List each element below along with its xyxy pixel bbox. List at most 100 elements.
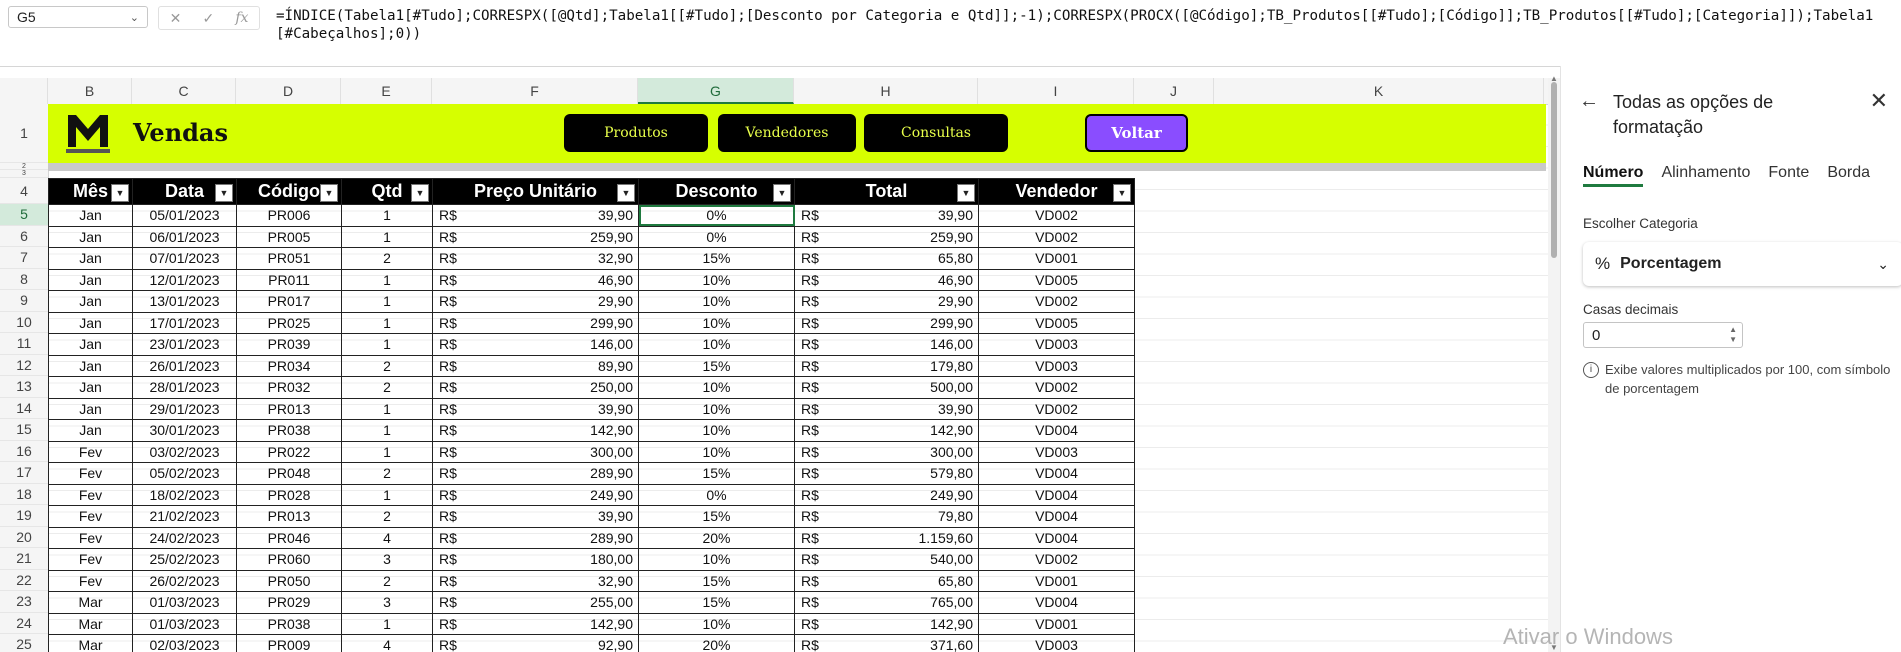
table-cell[interactable]: VD004 <box>978 526 1135 549</box>
row-header[interactable]: 4 <box>0 178 48 204</box>
table-cell[interactable]: Fev <box>48 526 133 549</box>
row-header[interactable]: 21 <box>0 548 48 570</box>
filter-dropdown-icon[interactable]: ▼ <box>411 184 429 202</box>
name-box[interactable]: G5 ⌄ <box>8 6 148 28</box>
table-cell[interactable]: 03/02/2023 <box>132 440 237 463</box>
table-cell[interactable]: R$ 46,90 <box>432 268 639 291</box>
column-header[interactable]: K <box>1214 78 1544 104</box>
table-cell[interactable]: PR006 <box>236 204 342 227</box>
row-header[interactable]: 6 <box>0 226 48 247</box>
table-cell[interactable]: R$ 65,80 <box>794 569 979 592</box>
table-cell[interactable]: VD001 <box>978 569 1135 592</box>
table-cell[interactable]: 13/01/2023 <box>132 290 237 313</box>
table-cell[interactable]: Jan <box>48 247 133 270</box>
table-cell[interactable]: 15% <box>638 505 795 528</box>
table-cell[interactable]: Mar <box>48 612 133 635</box>
table-cell[interactable]: R$ 765,00 <box>794 591 979 614</box>
vendedores-button[interactable]: Vendedores <box>718 114 856 152</box>
table-cell[interactable]: PR046 <box>236 526 342 549</box>
table-cell[interactable]: 05/01/2023 <box>132 204 237 227</box>
table-cell[interactable]: Jan <box>48 290 133 313</box>
row-header[interactable]: 16 <box>0 441 48 462</box>
table-cell[interactable]: 07/01/2023 <box>132 247 237 270</box>
table-cell[interactable]: 10% <box>638 268 795 291</box>
table-cell[interactable]: 1 <box>341 440 433 463</box>
table-cell[interactable]: 0% <box>638 225 795 248</box>
table-cell[interactable]: 30/01/2023 <box>132 419 237 442</box>
table-cell[interactable]: R$ 250,00 <box>432 376 639 399</box>
filter-dropdown-icon[interactable]: ▼ <box>215 184 233 202</box>
table-cell[interactable]: R$ 142,90 <box>432 612 639 635</box>
fx-icon[interactable]: fx <box>235 10 248 26</box>
column-header[interactable]: I <box>978 78 1134 104</box>
table-cell[interactable]: PR028 <box>236 483 342 506</box>
table-cell[interactable]: R$ 255,00 <box>432 591 639 614</box>
filter-dropdown-icon[interactable]: ▼ <box>957 184 975 202</box>
table-cell[interactable]: VD001 <box>978 612 1135 635</box>
table-cell[interactable]: Jan <box>48 311 133 334</box>
table-cell[interactable]: Jan <box>48 376 133 399</box>
column-header[interactable]: D <box>236 78 341 104</box>
table-cell[interactable]: R$ 179,80 <box>794 354 979 377</box>
table-cell[interactable]: Mar <box>48 591 133 614</box>
table-cell[interactable]: R$ 32,90 <box>432 247 639 270</box>
table-cell[interactable]: VD004 <box>978 462 1135 485</box>
table-cell[interactable]: VD004 <box>978 591 1135 614</box>
table-cell[interactable]: 26/01/2023 <box>132 354 237 377</box>
table-cell[interactable]: 2 <box>341 569 433 592</box>
filter-dropdown-icon[interactable]: ▼ <box>1113 184 1131 202</box>
table-cell[interactable]: PR011 <box>236 268 342 291</box>
table-cell[interactable]: Jan <box>48 333 133 356</box>
row-header[interactable]: 25 <box>0 634 48 652</box>
table-cell[interactable]: R$ 29,90 <box>794 290 979 313</box>
decimals-stepper[interactable]: 0 ▲ ▼ <box>1583 322 1743 348</box>
column-header[interactable]: F <box>432 78 638 104</box>
filter-dropdown-icon[interactable]: ▼ <box>111 184 129 202</box>
tab-borda[interactable]: Borda <box>1827 164 1870 187</box>
spin-arrows-icon[interactable]: ▲ ▼ <box>1729 325 1737 345</box>
table-cell[interactable]: 05/02/2023 <box>132 462 237 485</box>
table-cell[interactable]: R$ 39,90 <box>432 505 639 528</box>
table-cell[interactable]: PR013 <box>236 505 342 528</box>
close-icon[interactable]: ✕ <box>1870 88 1888 114</box>
row-header[interactable]: 11 <box>0 333 48 355</box>
table-cell[interactable]: 26/02/2023 <box>132 569 237 592</box>
table-cell[interactable]: Fev <box>48 483 133 506</box>
table-cell[interactable]: R$ 579,80 <box>794 462 979 485</box>
row-header[interactable]: 13 <box>0 376 48 398</box>
table-cell[interactable]: 06/01/2023 <box>132 225 237 248</box>
table-cell[interactable]: 1 <box>341 311 433 334</box>
row-header[interactable]: 19 <box>0 505 48 527</box>
table-cell[interactable]: Jan <box>48 419 133 442</box>
table-cell[interactable]: 10% <box>638 290 795 313</box>
row-header[interactable]: 12 <box>0 355 48 376</box>
row-header[interactable]: 1 <box>0 104 48 163</box>
column-header[interactable]: E <box>341 78 432 104</box>
table-cell[interactable]: R$ 300,00 <box>794 440 979 463</box>
table-cell[interactable]: VD004 <box>978 419 1135 442</box>
column-header[interactable]: B <box>48 78 132 104</box>
table-cell[interactable]: VD003 <box>978 440 1135 463</box>
table-cell[interactable]: R$ 259,90 <box>794 225 979 248</box>
table-cell[interactable]: PR022 <box>236 440 342 463</box>
row-header[interactable]: 20 <box>0 527 48 548</box>
tab-numero[interactable]: Número <box>1583 164 1644 187</box>
table-cell[interactable]: Fev <box>48 505 133 528</box>
table-cell[interactable]: R$ 89,90 <box>432 354 639 377</box>
voltar-button[interactable]: Voltar <box>1085 114 1188 152</box>
column-header[interactable]: H <box>794 78 978 104</box>
table-cell[interactable]: VD005 <box>978 268 1135 291</box>
table-cell[interactable]: 17/01/2023 <box>132 311 237 334</box>
table-cell[interactable]: PR032 <box>236 376 342 399</box>
table-cell[interactable]: R$ 65,80 <box>794 247 979 270</box>
table-cell[interactable]: 10% <box>638 419 795 442</box>
table-cell[interactable]: 15% <box>638 247 795 270</box>
filter-dropdown-icon[interactable]: ▼ <box>617 184 635 202</box>
table-cell[interactable]: 10% <box>638 397 795 420</box>
table-cell[interactable]: VD004 <box>978 483 1135 506</box>
table-cell[interactable]: VD005 <box>978 311 1135 334</box>
vertical-scrollbar[interactable]: ▲ ▼ <box>1548 74 1560 652</box>
table-cell[interactable]: 20% <box>638 634 795 652</box>
table-cell[interactable]: R$ 39,90 <box>794 397 979 420</box>
table-cell[interactable]: 1 <box>341 268 433 291</box>
